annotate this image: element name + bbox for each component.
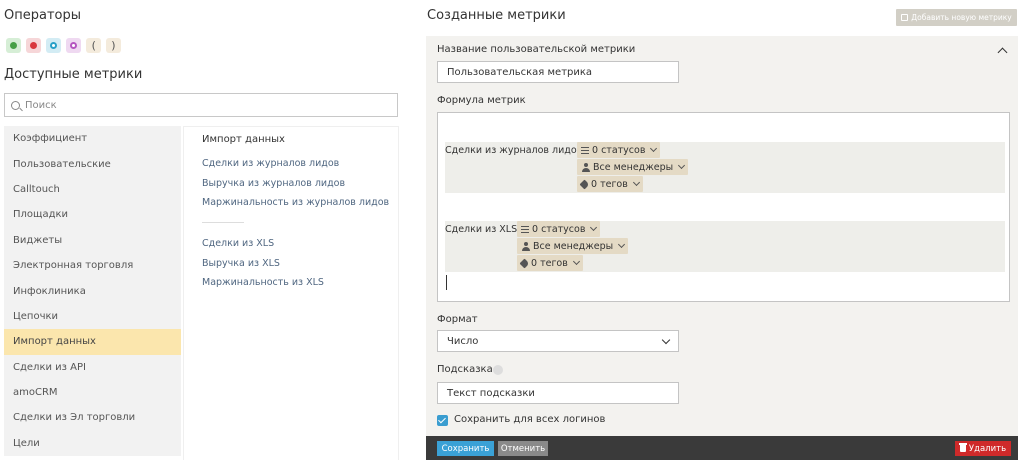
help-icon[interactable] <box>493 365 503 375</box>
operator-divide-button[interactable] <box>66 38 81 53</box>
chevron-down-icon <box>618 240 626 249</box>
multiply-icon <box>50 42 57 49</box>
metric-name-input[interactable]: Пользовательская метрика <box>437 61 679 83</box>
available-metrics-title: Доступные метрики <box>4 67 143 82</box>
plus-icon <box>10 42 17 49</box>
category-item[interactable]: Цепочки <box>4 304 181 329</box>
submenu-divider <box>202 222 244 223</box>
format-select[interactable]: Число <box>437 330 679 352</box>
tag-icon <box>579 179 590 189</box>
tags-label: 0 тегов <box>591 178 628 190</box>
managers-chip[interactable]: Все менеджеры <box>517 238 629 254</box>
formula-label: Формула метрик <box>437 95 526 106</box>
format-label: Формат <box>437 314 478 325</box>
category-item-active[interactable]: Импорт данных <box>4 329 181 355</box>
chevron-down-icon <box>661 335 671 345</box>
delete-label: Удалить <box>968 443 1007 454</box>
formula-term-name: Сделки из XLS <box>445 224 518 235</box>
search-input[interactable]: Поиск <box>4 93 398 117</box>
chevron-down-icon <box>632 178 640 187</box>
formula-term: Сделки из XLS 0 статусов Все менеджеры 0… <box>445 221 1005 272</box>
submenu-panel: Импорт данных Сделки из журналов лидов В… <box>183 126 399 460</box>
search-placeholder: Поиск <box>25 99 57 111</box>
operator-multiply-button[interactable] <box>46 38 61 53</box>
operator-paren-close-button[interactable]: ) <box>106 38 121 53</box>
metric-name-label: Название пользовательской метрики <box>437 44 636 55</box>
submenu-link[interactable]: Выручка из журналов лидов <box>202 178 345 189</box>
cancel-button[interactable]: Отменить <box>498 441 548 456</box>
user-icon <box>581 162 590 172</box>
hint-input[interactable]: Текст подсказки <box>437 382 679 404</box>
format-value: Число <box>447 335 479 347</box>
chevron-down-icon <box>678 161 686 170</box>
category-item[interactable]: Виджеты <box>4 228 181 253</box>
add-icon <box>901 14 909 21</box>
formula-term: Сделки из журналов лидов 0 статусов Все … <box>445 142 1005 193</box>
category-item[interactable]: Сделки из Эл торговли <box>4 405 181 430</box>
minus-icon <box>30 42 37 49</box>
chevron-down-icon <box>650 144 658 153</box>
operators-toolbar: ( ) <box>6 38 121 53</box>
hint-label: Подсказка <box>437 364 493 375</box>
submenu-link[interactable]: Сделки из XLS <box>202 238 274 249</box>
chevron-down-icon <box>590 223 598 232</box>
category-item[interactable]: Площадки <box>4 202 181 227</box>
delete-button[interactable]: Удалить <box>955 441 1011 456</box>
category-item[interactable]: Электронная торговля <box>4 253 181 278</box>
statuses-label: 0 статусов <box>532 223 586 235</box>
search-icon <box>11 100 20 110</box>
statuses-chip[interactable]: 0 статусов <box>517 221 601 237</box>
category-list: Коэффициент Пользовательские Calltouch П… <box>4 126 181 457</box>
trash-icon <box>958 443 967 452</box>
list-icon <box>581 146 589 154</box>
add-metric-button[interactable]: Добавить новую метрику <box>896 9 1017 26</box>
submenu-link[interactable]: Сделки из журналов лидов <box>202 158 339 169</box>
category-item[interactable]: Сделки из API <box>4 355 181 380</box>
save-all-checkbox[interactable] <box>437 415 448 426</box>
submenu-link[interactable]: Маржинальность из XLS <box>202 277 324 288</box>
created-metrics-title: Созданные метрики <box>427 8 566 23</box>
add-metric-label: Добавить новую метрику <box>911 13 1012 22</box>
operator-plus-button[interactable] <box>6 38 21 53</box>
formula-term-name: Сделки из журналов лидов <box>445 145 583 156</box>
text-cursor <box>446 275 447 290</box>
category-item[interactable]: Цели <box>4 431 181 456</box>
submenu-heading: Импорт данных <box>202 134 285 145</box>
statuses-chip[interactable]: 0 статусов <box>577 142 661 158</box>
submenu-link[interactable]: Маржинальность из журналов лидов <box>202 197 389 208</box>
category-item[interactable]: amoCRM <box>4 380 181 405</box>
submenu-link[interactable]: Выручка из XLS <box>202 258 280 269</box>
formula-editor[interactable]: Сделки из журналов лидов 0 статусов Все … <box>437 112 1010 302</box>
user-icon <box>521 241 530 251</box>
tags-chip[interactable]: 0 тегов <box>577 176 643 192</box>
statuses-label: 0 статусов <box>592 144 646 156</box>
managers-label: Все менеджеры <box>533 240 614 252</box>
operator-paren-open-button[interactable]: ( <box>86 38 101 53</box>
operator-minus-button[interactable] <box>26 38 41 53</box>
category-item[interactable]: Пользовательские <box>4 151 181 176</box>
category-item[interactable]: Коэффициент <box>4 126 181 151</box>
divide-icon <box>70 42 77 49</box>
tags-label: 0 тегов <box>531 257 568 269</box>
managers-label: Все менеджеры <box>593 161 674 173</box>
operators-title: Операторы <box>4 8 81 23</box>
tags-chip[interactable]: 0 тегов <box>517 255 583 271</box>
save-all-label: Сохранить для всех логинов <box>454 414 606 425</box>
list-icon <box>521 225 529 233</box>
chevron-down-icon <box>572 257 580 266</box>
tag-icon <box>519 258 530 268</box>
save-button[interactable]: Сохранить <box>437 441 494 456</box>
category-item[interactable]: Calltouch <box>4 177 181 202</box>
managers-chip[interactable]: Все менеджеры <box>577 159 689 175</box>
category-item[interactable]: Инфоклиника <box>4 278 181 303</box>
